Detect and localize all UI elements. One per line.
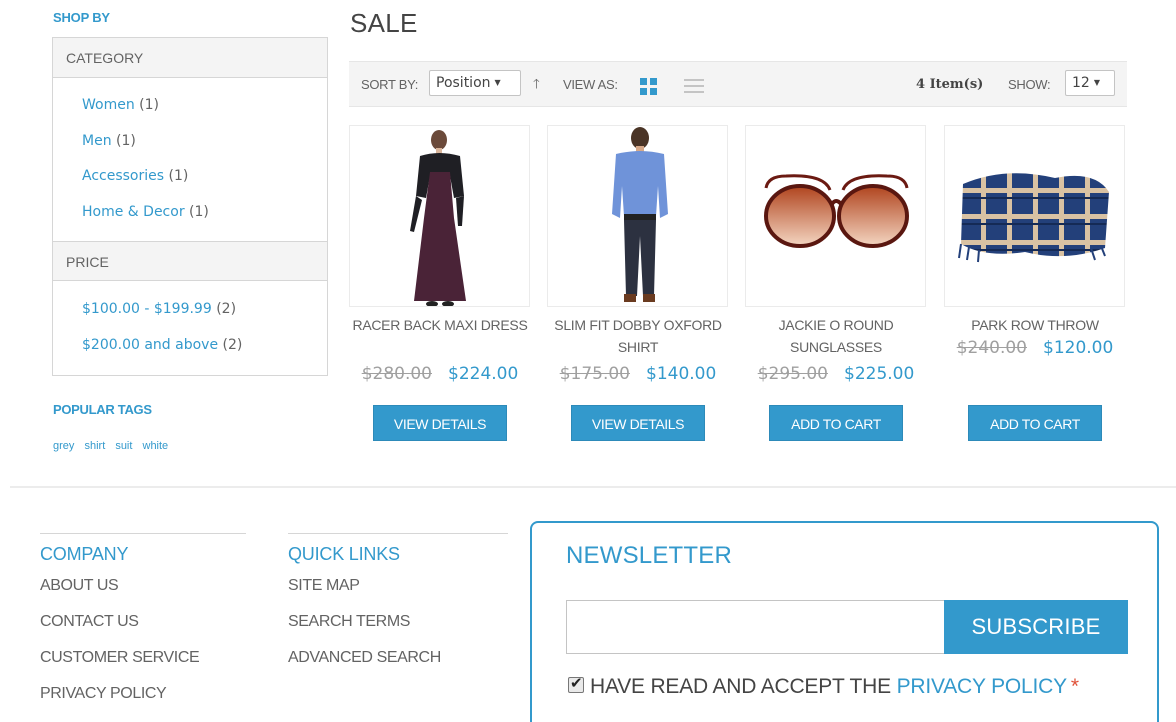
privacy-consent: HAVE READ AND ACCEPT THE PRIVACY POLICY* [568, 674, 1079, 699]
add-to-cart-button[interactable]: ADD TO CART [968, 405, 1102, 441]
footer-link-customer-service[interactable]: CUSTOMER SERVICE [40, 649, 246, 685]
view-details-button[interactable]: VIEW DETAILS [373, 405, 507, 441]
footer-quick-links-title: QUICK LINKS [288, 544, 400, 564]
product-name[interactable]: RACER BACK MAXI DRESS [349, 314, 531, 364]
filter-count: (1) [168, 168, 189, 184]
newsletter-email-input[interactable] [566, 600, 946, 654]
footer-link-about-us[interactable]: ABOUT US [40, 577, 246, 613]
category-filter-list: Women (1) Men (1) Accessories (1) Home &… [53, 78, 327, 241]
chevron-down-icon: ▼ [1093, 78, 1100, 87]
filter-link[interactable]: Home & Decor [82, 204, 185, 220]
limiter-value: 12 [1072, 75, 1090, 91]
tag-link[interactable]: suit [115, 440, 132, 452]
product-price: $175.00 $140.00 [547, 364, 729, 388]
old-price: $280.00 [361, 364, 432, 384]
shirt-image [612, 127, 668, 302]
footer-link-privacy-policy[interactable]: PRIVACY POLICY [40, 685, 246, 721]
chevron-down-icon: ▼ [494, 78, 501, 87]
special-price: $120.00 [1043, 338, 1114, 358]
footer-link-site-map[interactable]: SITE MAP [288, 577, 508, 613]
items-count: 4 Item(s) [916, 77, 984, 92]
tag-link[interactable]: grey [53, 440, 74, 452]
footer-quick-links: QUICK LINKS SITE MAP SEARCH TERMS ADVANC… [288, 533, 508, 685]
footer-company: COMPANY ABOUT US CONTACT US CUSTOMER SER… [40, 533, 246, 721]
subscribe-button[interactable]: SUBSCRIBE [944, 600, 1128, 654]
list-icon[interactable] [684, 79, 704, 93]
product-name[interactable]: PARK ROW THROW [944, 314, 1126, 338]
old-price: $175.00 [559, 364, 630, 384]
product-item: JACKIE O ROUND SUNGLASSES $295.00 $225.00… [745, 125, 927, 441]
privacy-consent-checkbox[interactable] [568, 674, 584, 693]
grid-icon[interactable] [640, 78, 657, 95]
view-details-button[interactable]: VIEW DETAILS [571, 405, 705, 441]
filter-link[interactable]: Men [82, 133, 112, 149]
consent-text: HAVE READ AND ACCEPT THE [590, 675, 891, 698]
newsletter-block: NEWSLETTER SUBSCRIBE HAVE READ AND ACCEP… [530, 521, 1159, 722]
filter-link[interactable]: Women [82, 97, 135, 113]
filter-link[interactable]: $100.00 - $199.99 [82, 301, 212, 317]
product-price: $240.00 $120.00 [944, 338, 1126, 362]
filter-link[interactable]: $200.00 and above [82, 337, 218, 353]
filter-item-accessories[interactable]: Accessories (1) [82, 159, 327, 195]
popular-tags-list: grey shirt suit white [53, 440, 175, 452]
filter-count: (2) [216, 301, 237, 317]
product-image[interactable] [547, 125, 728, 307]
privacy-policy-link[interactable]: PRIVACY POLICY [897, 675, 1068, 698]
view-as-label: VIEW AS: [563, 77, 618, 92]
product-item: RACER BACK MAXI DRESS $280.00 $224.00 VIE… [349, 125, 531, 441]
newsletter-title: NEWSLETTER [566, 542, 733, 569]
filter-item-price-100-199[interactable]: $100.00 - $199.99 (2) [82, 292, 327, 328]
sort-by-select[interactable]: Position ▼ [429, 70, 521, 96]
sunglasses-image [764, 174, 909, 248]
throw-blanket-image [958, 173, 1109, 263]
special-price: $140.00 [646, 364, 717, 384]
product-name[interactable]: SLIM FIT DOBBY OXFORD SHIRT [547, 314, 729, 364]
footer-link-search-terms[interactable]: SEARCH TERMS [288, 613, 508, 649]
required-mark: * [1070, 675, 1079, 698]
sort-by-value: Position [436, 75, 491, 91]
show-label: SHOW: [1008, 77, 1051, 92]
limiter-select[interactable]: 12 ▼ [1065, 70, 1115, 96]
product-image[interactable] [349, 125, 530, 307]
special-price: $224.00 [448, 364, 519, 384]
shop-by-title: SHOP BY [53, 10, 110, 25]
product-item: SLIM FIT DOBBY OXFORD SHIRT $175.00 $140.… [547, 125, 729, 441]
popular-tags-title: POPULAR TAGS [53, 402, 152, 417]
footer-company-title: COMPANY [40, 544, 129, 564]
tag-link[interactable]: shirt [84, 440, 105, 452]
filter-count: (1) [139, 97, 160, 113]
price-filter-title: PRICE [53, 241, 327, 281]
old-price: $240.00 [956, 338, 1027, 358]
filter-count: (1) [116, 132, 136, 149]
product-name[interactable]: JACKIE O ROUND SUNGLASSES [745, 314, 927, 364]
category-filter-title: CATEGORY [53, 38, 327, 78]
sort-by-label: SORT BY: [361, 77, 419, 92]
footer-link-advanced-search[interactable]: ADVANCED SEARCH [288, 649, 508, 685]
filter-count: (1) [189, 203, 209, 220]
filter-item-men[interactable]: Men (1) [82, 124, 327, 160]
page-title: SALE [350, 8, 418, 38]
old-price: $295.00 [757, 364, 828, 384]
arrow-up-icon[interactable]: 🡑 [533, 75, 540, 97]
add-to-cart-button[interactable]: ADD TO CART [769, 405, 903, 441]
special-price: $225.00 [844, 364, 915, 384]
filter-link[interactable]: Accessories [82, 168, 164, 184]
product-image[interactable] [745, 125, 926, 307]
footer-link-contact-us[interactable]: CONTACT US [40, 613, 246, 649]
footer-divider [10, 486, 1176, 488]
layered-navigation: CATEGORY Women (1) Men (1) Accessories (… [52, 37, 328, 376]
product-image[interactable] [944, 125, 1125, 307]
filter-item-women[interactable]: Women (1) [82, 88, 327, 124]
filter-count: (2) [222, 336, 243, 353]
filter-item-home-decor[interactable]: Home & Decor (1) [82, 195, 327, 231]
product-price: $295.00 $225.00 [745, 364, 927, 388]
tag-link[interactable]: white [143, 440, 169, 452]
product-toolbar: SORT BY: Position ▼ 🡑 VIEW AS: 4 Item(s) … [349, 61, 1127, 107]
filter-item-price-200-above[interactable]: $200.00 and above (2) [82, 328, 327, 364]
dress-image [390, 126, 490, 306]
product-item: PARK ROW THROW $240.00 $120.00 ADD TO CAR… [944, 125, 1126, 441]
product-price: $280.00 $224.00 [349, 364, 531, 388]
price-filter-list: $100.00 - $199.99 (2) $200.00 and above … [53, 281, 327, 367]
